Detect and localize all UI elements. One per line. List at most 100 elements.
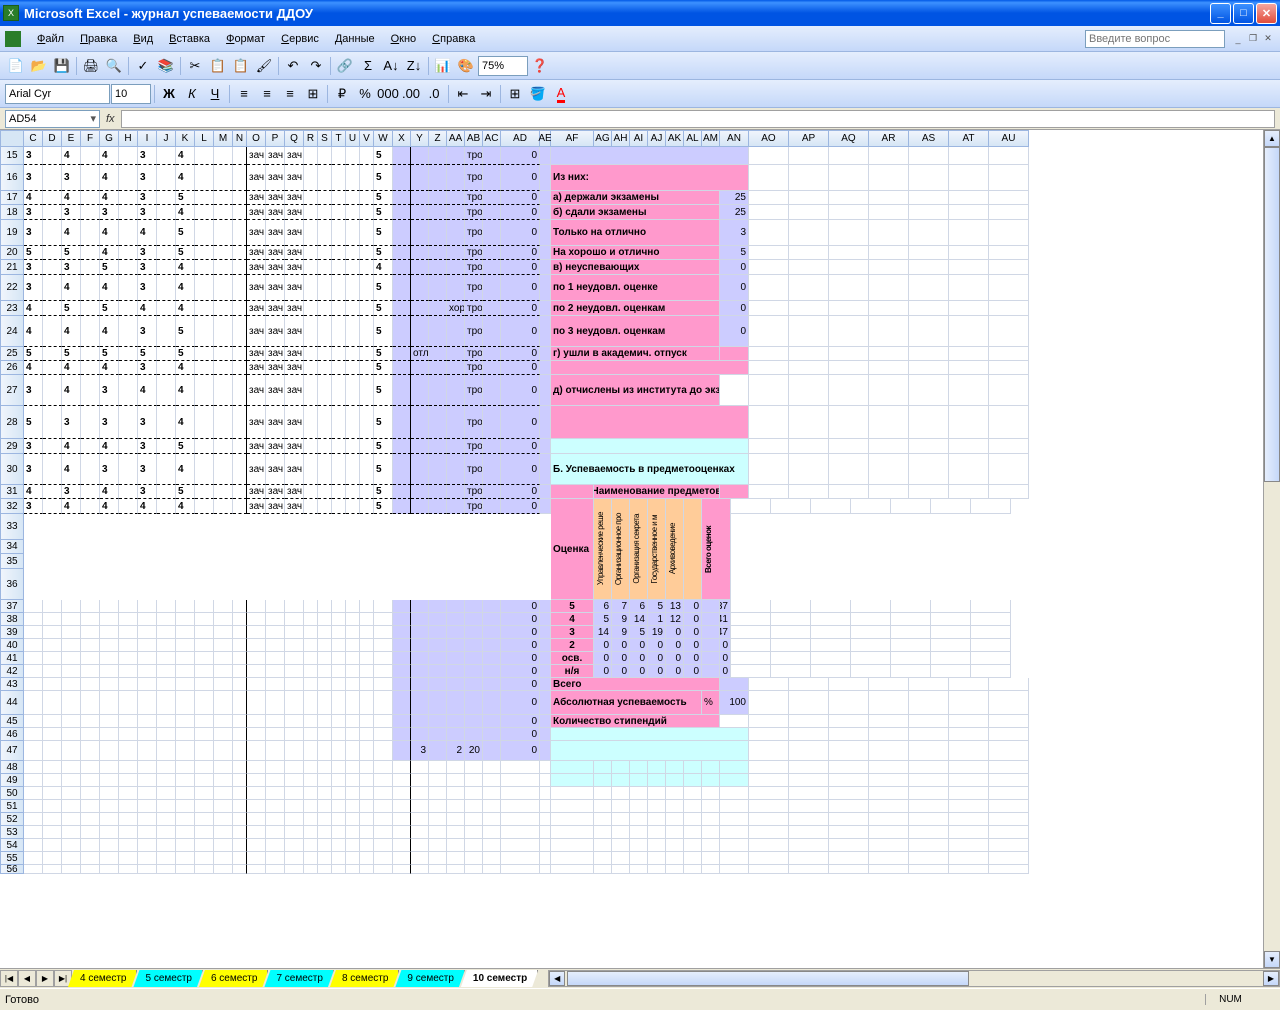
sheet-tab-5-семестр[interactable]: 5 семестр — [133, 970, 202, 987]
row-header-29[interactable]: 29 — [0, 439, 24, 454]
col-header-AR[interactable]: AR — [869, 130, 909, 147]
sheet-tab-7-семестр[interactable]: 7 семестр — [264, 970, 333, 987]
menu-вставка[interactable]: Вставка — [161, 30, 218, 48]
col-header-Q[interactable]: Q — [285, 130, 304, 147]
col-header-U[interactable]: U — [346, 130, 360, 147]
format-painter-button[interactable]: 🖌 — [253, 55, 275, 77]
tab-nav-first[interactable]: |◀ — [0, 970, 18, 987]
scroll-up-button[interactable]: ▲ — [1264, 130, 1280, 147]
menu-сервис[interactable]: Сервис — [273, 30, 327, 48]
col-header-AA[interactable]: AA — [447, 130, 465, 147]
menu-справка[interactable]: Справка — [424, 30, 483, 48]
row-header-26[interactable]: 26 — [0, 361, 24, 375]
sheet-tab-4-семестр[interactable]: 4 семестр — [68, 970, 137, 987]
tab-nav-prev[interactable]: ◀ — [18, 970, 36, 987]
scroll-thumb[interactable] — [1264, 147, 1280, 482]
paste-button[interactable]: 📋 — [230, 55, 252, 77]
sheet-tab-8-семестр[interactable]: 8 семестр — [330, 970, 399, 987]
tab-nav-next[interactable]: ▶ — [36, 970, 54, 987]
open-button[interactable]: 📂 — [28, 55, 50, 77]
hyperlink-button[interactable]: 🔗 — [334, 55, 356, 77]
col-header-H[interactable]: H — [119, 130, 138, 147]
fill-color-button[interactable]: 🪣 — [527, 83, 549, 105]
col-header-AE[interactable]: AE — [540, 130, 551, 147]
row-header-40[interactable]: 40 — [0, 639, 24, 652]
row-header-36[interactable]: 36 — [0, 569, 24, 600]
menu-формат[interactable]: Формат — [218, 30, 273, 48]
decrease-decimal-button[interactable]: .0 — [423, 83, 445, 105]
sort-asc-button[interactable]: A↓ — [380, 55, 402, 77]
row-header-16[interactable]: 16 — [0, 165, 24, 191]
minimize-button[interactable]: _ — [1210, 3, 1231, 24]
increase-decimal-button[interactable]: .00 — [400, 83, 422, 105]
row-header-43[interactable]: 43 — [0, 678, 24, 691]
col-header-AF[interactable]: AF — [551, 130, 594, 147]
redo-button[interactable]: ↷ — [305, 55, 327, 77]
sheet-tab-9-семестр[interactable]: 9 семестр — [395, 970, 464, 987]
menu-окно[interactable]: Окно — [383, 30, 425, 48]
col-header-E[interactable]: E — [62, 130, 81, 147]
vertical-scrollbar[interactable]: ▲ ▼ — [1263, 130, 1280, 968]
hscroll-left[interactable]: ◀ — [549, 971, 565, 986]
col-header-F[interactable]: F — [81, 130, 100, 147]
menu-файл[interactable]: Файл — [29, 30, 72, 48]
col-header-AM[interactable]: AM — [702, 130, 720, 147]
percent-button[interactable]: % — [354, 83, 376, 105]
close-button[interactable]: ✕ — [1256, 3, 1277, 24]
row-header-51[interactable]: 51 — [0, 800, 24, 813]
undo-button[interactable]: ↶ — [282, 55, 304, 77]
row-header-47[interactable]: 47 — [0, 741, 24, 761]
col-header-AP[interactable]: AP — [789, 130, 829, 147]
row-header-31[interactable]: 31 — [0, 485, 24, 499]
fx-label[interactable]: fx — [100, 113, 121, 125]
sheet-tab-6-семестр[interactable]: 6 семестр — [199, 970, 268, 987]
row-header-53[interactable]: 53 — [0, 826, 24, 839]
hscroll-right[interactable]: ▶ — [1263, 971, 1279, 986]
col-header-L[interactable]: L — [195, 130, 214, 147]
col-header-AN[interactable]: AN — [720, 130, 749, 147]
col-header-W[interactable]: W — [374, 130, 393, 147]
row-header-19[interactable]: 19 — [0, 220, 24, 246]
align-right-button[interactable]: ≡ — [279, 83, 301, 105]
col-header-S[interactable]: S — [318, 130, 332, 147]
row-header-34[interactable]: 34 — [0, 540, 24, 554]
help-search-input[interactable] — [1085, 30, 1225, 48]
increase-indent-button[interactable]: ⇥ — [475, 83, 497, 105]
col-header-AC[interactable]: AC — [483, 130, 501, 147]
save-button[interactable]: 💾 — [51, 55, 73, 77]
spelling-button[interactable]: ✓ — [132, 55, 154, 77]
col-header-AD[interactable]: AD — [501, 130, 540, 147]
bold-button[interactable]: Ж — [158, 83, 180, 105]
maximize-button[interactable]: □ — [1233, 3, 1254, 24]
row-header-42[interactable]: 42 — [0, 665, 24, 678]
row-header-28[interactable]: 28 — [0, 406, 24, 439]
drawing-button[interactable]: 🎨 — [455, 55, 477, 77]
col-header-AH[interactable]: AH — [612, 130, 630, 147]
row-header-30[interactable]: 30 — [0, 454, 24, 485]
row-header-54[interactable]: 54 — [0, 839, 24, 852]
row-header-32[interactable]: 32 — [0, 499, 24, 514]
row-header-41[interactable]: 41 — [0, 652, 24, 665]
sheet-tab-10-семестр[interactable]: 10 семестр — [461, 970, 538, 987]
row-header-44[interactable]: 44 — [0, 691, 24, 715]
borders-button[interactable]: ⊞ — [504, 83, 526, 105]
row-header-38[interactable]: 38 — [0, 613, 24, 626]
sort-desc-button[interactable]: Z↓ — [403, 55, 425, 77]
copy-button[interactable]: 📋 — [207, 55, 229, 77]
menu-вид[interactable]: Вид — [125, 30, 161, 48]
col-header-AS[interactable]: AS — [909, 130, 949, 147]
font-name-select[interactable] — [5, 84, 110, 104]
menu-правка[interactable]: Правка — [72, 30, 125, 48]
mdi-restore[interactable]: ❐ — [1246, 32, 1260, 46]
col-header-G[interactable]: G — [100, 130, 119, 147]
chart-button[interactable]: 📊 — [432, 55, 454, 77]
row-header-25[interactable]: 25 — [0, 347, 24, 361]
cells-container[interactable]: 34434зач.зач.зач.5тро.033434зач.зач.зач.… — [24, 147, 1029, 874]
col-header-D[interactable]: D — [43, 130, 62, 147]
row-header-22[interactable]: 22 — [0, 275, 24, 301]
autosum-button[interactable]: Σ — [357, 55, 379, 77]
row-header-35[interactable]: 35 — [0, 554, 24, 569]
col-header-N[interactable]: N — [233, 130, 247, 147]
mdi-close[interactable]: ✕ — [1261, 32, 1275, 46]
col-header-J[interactable]: J — [157, 130, 176, 147]
